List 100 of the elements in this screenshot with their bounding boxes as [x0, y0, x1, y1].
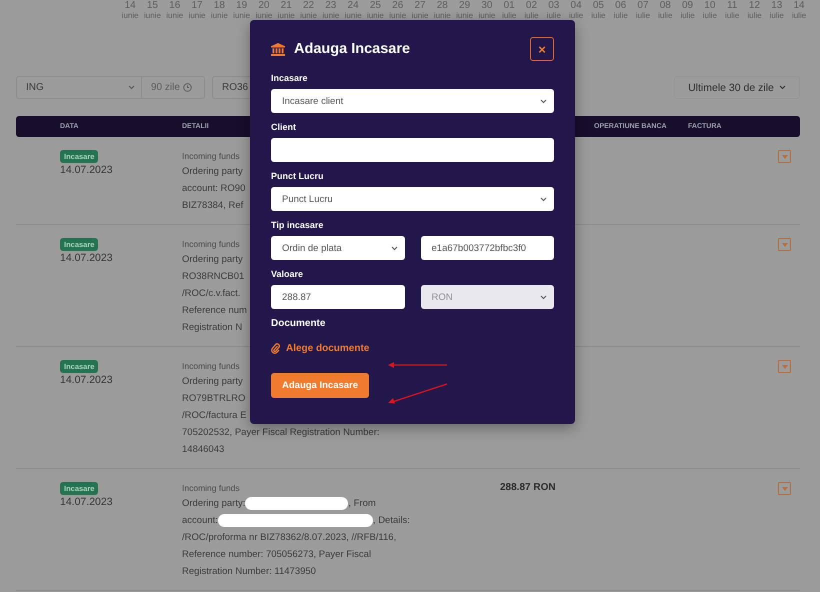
- day-number: 17: [191, 1, 203, 11]
- annotation-arrow: [388, 362, 447, 368]
- date-text: 14.07.2023: [60, 496, 113, 508]
- details-text: Ordering party:: [182, 497, 246, 511]
- month-label: iulie: [725, 11, 740, 21]
- field-label: Punct Lucru: [271, 171, 325, 181]
- day-number: 27: [414, 1, 426, 11]
- day-number: 21: [280, 1, 292, 11]
- day-number: 26: [392, 1, 404, 11]
- day-number: 14: [793, 1, 805, 11]
- details-line: /ROC/factura E: [182, 409, 246, 423]
- day-number: 22: [302, 1, 314, 11]
- month-label: iunie: [188, 11, 206, 21]
- day-number: 15: [146, 1, 158, 11]
- field-label: Incasare: [271, 73, 309, 83]
- month-label: iunie: [144, 11, 161, 21]
- day-number: 24: [348, 1, 359, 11]
- month-label: iulie: [680, 11, 695, 21]
- details-title: Incoming funds: [182, 360, 240, 373]
- month-label: iunie: [278, 11, 295, 21]
- month-label: iunie: [344, 11, 362, 21]
- date-range-select[interactable]: Ultimele 30 de zile: [674, 76, 800, 99]
- input-field[interactable]: 288.87: [271, 285, 404, 309]
- input-field[interactable]: e1a67b003772bfbc3f0: [420, 236, 554, 260]
- month-label: iulie: [702, 11, 717, 21]
- chevron-down-icon: [540, 196, 547, 202]
- day-number: 06: [615, 1, 626, 11]
- day-number: 13: [771, 1, 782, 11]
- field-label: Tip incasare: [271, 220, 324, 230]
- input-field[interactable]: [271, 138, 554, 162]
- bank-select[interactable]: ING: [16, 76, 142, 99]
- day-number: 29: [459, 1, 470, 11]
- day-number: 23: [325, 1, 336, 11]
- expand-toggle-icon[interactable]: [778, 238, 791, 251]
- month-label: iulie: [614, 11, 628, 21]
- bank-icon: [271, 42, 285, 56]
- month-label: iulie: [591, 11, 606, 21]
- month-label: iulie: [524, 11, 539, 21]
- clock-icon: [182, 83, 192, 92]
- details-line: /ROC/proforma nr BIZ78362/8.07.2023, //RFB/116,: [182, 531, 396, 545]
- day-number: 02: [526, 1, 538, 11]
- details-text: account:: [182, 514, 218, 528]
- details-line: Ordering party: [182, 375, 243, 389]
- day-number: 20: [258, 1, 270, 11]
- details-title: Incoming funds: [182, 238, 240, 251]
- select-field[interactable]: Incasare client: [271, 89, 554, 113]
- date-text: 14.07.2023: [60, 374, 113, 386]
- documents-label: Documente: [271, 318, 326, 329]
- details-text: , Details:: [372, 514, 410, 528]
- month-label: iulie: [636, 11, 650, 21]
- day-number: 05: [592, 1, 604, 11]
- day-number: 30: [481, 1, 492, 11]
- month-label: iunie: [122, 11, 139, 21]
- details-line: Ordering party: [182, 165, 243, 179]
- paperclip-icon: [271, 343, 280, 354]
- details-line: account: RO90: [182, 182, 246, 196]
- expand-toggle-icon[interactable]: [778, 360, 791, 373]
- day-number: 07: [637, 1, 649, 11]
- month-label: iulie: [546, 11, 561, 21]
- details-title: Incoming funds: [182, 150, 240, 163]
- annotation-arrow: [388, 383, 448, 404]
- month-label: iunie: [456, 11, 474, 21]
- month-label: iunie: [255, 11, 272, 21]
- field-label: Client: [271, 122, 298, 132]
- month-label: iunie: [166, 11, 184, 21]
- details-line: RO38RNCB01: [182, 270, 244, 284]
- chevron-down-icon: [390, 246, 398, 250]
- day-number: 11: [726, 1, 738, 11]
- details-line: Registration N: [182, 321, 242, 335]
- day-number: 12: [748, 1, 760, 11]
- details-title: Incoming funds: [182, 482, 240, 495]
- day-number: 03: [548, 1, 560, 11]
- expand-toggle-icon[interactable]: [778, 150, 791, 163]
- month-label: iulie: [568, 11, 584, 21]
- month-label: iulie: [502, 11, 516, 21]
- choose-documents-link[interactable]: Alege documente: [271, 343, 370, 354]
- chevron-down-icon: [778, 85, 786, 90]
- month-label: iunie: [233, 11, 250, 21]
- details-line: Registration Number: 11473950: [182, 565, 316, 579]
- month-label: iulie: [792, 11, 806, 21]
- day-number: 08: [660, 1, 671, 11]
- select-field[interactable]: Punct Lucru: [271, 187, 554, 211]
- chevron-down-icon: [128, 85, 135, 90]
- date-text: 14.07.2023: [60, 252, 113, 264]
- select-field[interactable]: Ordin de plata: [271, 236, 404, 260]
- date-text: 14.07.2023: [60, 164, 113, 176]
- day-number: 28: [436, 1, 448, 11]
- expand-toggle-icon[interactable]: [778, 482, 791, 495]
- details-line: 705202532, Payer Fiscal Registration Number:: [182, 426, 380, 440]
- month-label: iulie: [770, 11, 784, 21]
- details-line: RO79BTRLRO: [182, 392, 246, 406]
- field-label: Valoare: [271, 269, 304, 279]
- details-line: BIZ78384, Ref: [182, 199, 244, 213]
- details-line: Reference num: [182, 304, 247, 318]
- chevron-down-icon: [540, 294, 547, 300]
- month-label: iunie: [322, 11, 340, 21]
- details-line: /ROC/c.v.fact.: [182, 287, 240, 301]
- close-button[interactable]: ×: [530, 37, 554, 61]
- month-label: iunie: [366, 11, 384, 21]
- day-number: 04: [570, 1, 582, 11]
